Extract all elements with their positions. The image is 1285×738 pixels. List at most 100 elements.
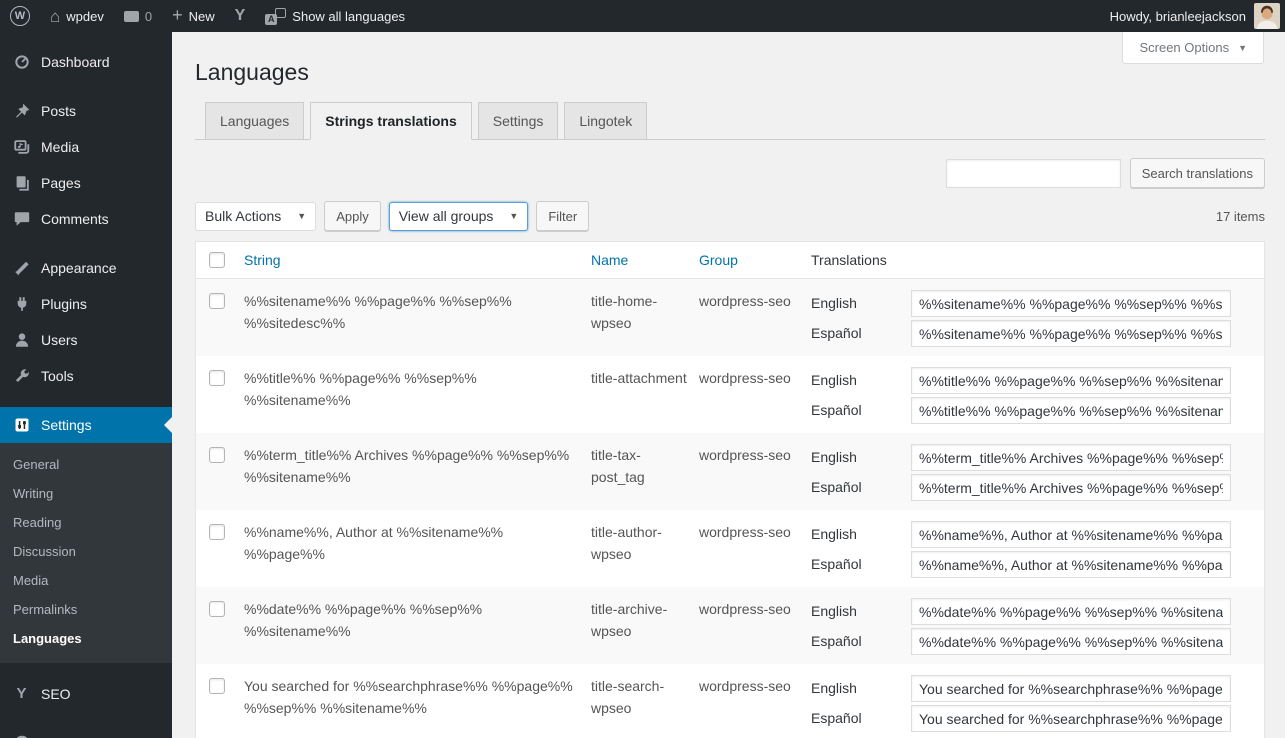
strings-table: String Name Group Translations %%sitenam… — [195, 241, 1265, 738]
settings-submenu: GeneralWritingReadingDiscussionMediaPerm… — [0, 443, 172, 663]
translations-cell: English Español — [811, 521, 1264, 578]
sidebar-item-label: Users — [41, 330, 78, 350]
translation-input[interactable] — [911, 474, 1231, 501]
sidebar-item-label: Dashboard — [41, 52, 110, 72]
group-filter-label: View all groups — [399, 208, 494, 224]
sidebar-item-media[interactable]: Media — [0, 129, 172, 165]
translation-input[interactable] — [911, 290, 1231, 317]
show-all-languages-menu[interactable]: A Show all languages — [255, 0, 415, 32]
string-cell: %%title%% %%page%% %%sep%% %%sitename%% — [244, 367, 591, 411]
sidebar-item-posts[interactable]: Posts — [0, 93, 172, 129]
sidebar-item-appearance[interactable]: Appearance — [0, 250, 172, 286]
select-all-checkbox[interactable] — [209, 252, 225, 268]
group-filter-select[interactable]: View all groups ▼ — [389, 202, 529, 231]
table-row: %%term_title%% Archives %%page%% %%sep%%… — [196, 433, 1264, 510]
sidebar-item-collapse-menu[interactable]: Collapse menu — [0, 725, 172, 738]
sidebar-item-dashboard[interactable]: Dashboard — [0, 44, 172, 80]
sidebar-item-comments[interactable]: Comments — [0, 201, 172, 237]
dashboard-icon — [12, 53, 31, 72]
submenu-item-discussion[interactable]: Discussion — [0, 537, 172, 566]
name-cell: title-search-wpseo — [591, 675, 699, 719]
row-checkbox[interactable] — [209, 370, 225, 386]
column-header-group[interactable]: Group — [699, 252, 811, 268]
sidebar-item-seo[interactable]: YSEO — [0, 676, 172, 712]
new-content-menu[interactable]: + New — [162, 0, 225, 32]
media-icon — [12, 138, 31, 157]
tab-strings-translations[interactable]: Strings translations — [310, 102, 471, 140]
translation-line: Español — [811, 551, 1231, 578]
yoast-menu[interactable]: Y — [225, 0, 256, 32]
translation-input[interactable] — [911, 367, 1231, 394]
bulk-actions-select[interactable]: Bulk Actions ▼ — [195, 202, 316, 231]
language-label: English — [811, 290, 911, 317]
translation-line: Español — [811, 628, 1231, 655]
translation-line: Español — [811, 705, 1231, 732]
search-translations-button[interactable]: Search translations — [1130, 158, 1265, 188]
sidebar-item-plugins[interactable]: Plugins — [0, 286, 172, 322]
sidebar-item-tools[interactable]: Tools — [0, 358, 172, 394]
table-row: %%title%% %%page%% %%sep%% %%sitename%% … — [196, 356, 1264, 433]
group-cell: wordpress-seo — [699, 521, 811, 543]
translation-input[interactable] — [911, 628, 1231, 655]
comments-count: 0 — [145, 9, 152, 24]
settings-icon — [12, 416, 31, 435]
tab-languages[interactable]: Languages — [205, 102, 304, 140]
comments-menu[interactable]: 0 — [114, 0, 162, 32]
column-header-translations: Translations — [811, 252, 1264, 268]
translation-line: English — [811, 290, 1231, 317]
translation-line: English — [811, 521, 1231, 548]
sidebar-item-pages[interactable]: Pages — [0, 165, 172, 201]
translation-input[interactable] — [911, 444, 1231, 471]
table-row: %%name%%, Author at %%sitename%% %%page%… — [196, 510, 1264, 587]
sidebar-item-label: SEO — [41, 684, 71, 704]
submenu-item-languages[interactable]: Languages — [0, 624, 172, 653]
table-row: %%sitename%% %%page%% %%sep%% %%sitedesc… — [196, 279, 1264, 356]
translation-input[interactable] — [911, 551, 1231, 578]
row-checkbox[interactable] — [209, 678, 225, 694]
screen-options-button[interactable]: Screen Options ▼ — [1122, 32, 1264, 64]
language-label: English — [811, 367, 911, 394]
home-icon: ⌂ — [50, 8, 60, 25]
submenu-item-reading[interactable]: Reading — [0, 508, 172, 537]
group-cell: wordpress-seo — [699, 290, 811, 312]
submenu-item-media[interactable]: Media — [0, 566, 172, 595]
howdy-text[interactable]: Howdy, brianleejackson — [1110, 9, 1246, 24]
sidebar-item-users[interactable]: Users — [0, 322, 172, 358]
plus-icon: + — [172, 6, 183, 24]
user-icon — [12, 331, 31, 350]
column-header-string[interactable]: String — [244, 252, 591, 268]
translation-line: English — [811, 367, 1231, 394]
row-checkbox[interactable] — [209, 293, 225, 309]
translation-input[interactable] — [911, 705, 1231, 732]
tab-settings[interactable]: Settings — [478, 102, 559, 140]
sidebar-item-label: Appearance — [41, 258, 117, 278]
apply-button[interactable]: Apply — [324, 201, 381, 231]
row-checkbox[interactable] — [209, 524, 225, 540]
translation-input[interactable] — [911, 675, 1231, 702]
translation-input[interactable] — [911, 598, 1231, 625]
language-label: English — [811, 675, 911, 702]
sidebar-item-label: Pages — [41, 173, 81, 193]
translations-cell: EnglishEspañol — [811, 367, 1264, 424]
filter-button[interactable]: Filter — [536, 201, 589, 231]
row-checkbox[interactable] — [209, 447, 225, 463]
site-menu[interactable]: ⌂ wpdev — [40, 0, 114, 32]
submenu-item-writing[interactable]: Writing — [0, 479, 172, 508]
wrench-icon — [12, 367, 31, 386]
tab-lingotek[interactable]: Lingotek — [564, 102, 647, 140]
translation-input[interactable] — [911, 521, 1231, 548]
translation-input[interactable] — [911, 320, 1231, 347]
row-checkbox[interactable] — [209, 601, 225, 617]
pushpin-icon — [12, 102, 31, 121]
wp-logo-menu[interactable]: W — [0, 0, 40, 32]
translate-icon: A — [265, 8, 286, 25]
sidebar-menu: DashboardPostsMediaPagesCommentsAppearan… — [0, 32, 172, 738]
search-translations-input[interactable] — [946, 159, 1121, 188]
column-header-name[interactable]: Name — [591, 252, 699, 268]
submenu-item-permalinks[interactable]: Permalinks — [0, 595, 172, 624]
submenu-item-general[interactable]: General — [0, 450, 172, 479]
translation-input[interactable] — [911, 397, 1231, 424]
sidebar-item-settings[interactable]: Settings — [0, 407, 172, 443]
screen-options-label: Screen Options — [1139, 40, 1229, 55]
string-cell: %%term_title%% Archives %%page%% %%sep%%… — [244, 444, 591, 488]
